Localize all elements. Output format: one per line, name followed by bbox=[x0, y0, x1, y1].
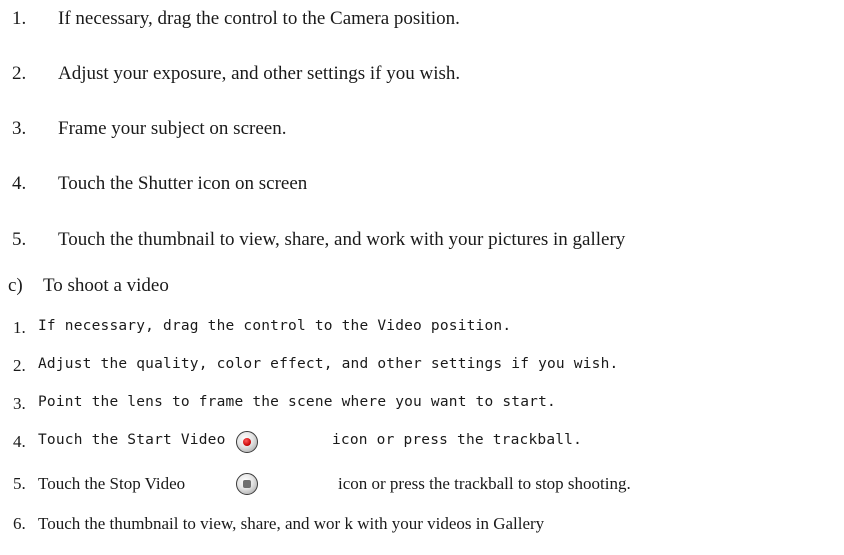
step-number: 2. bbox=[13, 356, 26, 375]
step-number: 6. bbox=[13, 514, 26, 533]
step-text: Adjust your exposure, and other settings… bbox=[58, 63, 461, 84]
step-text-before: Touch the Start Video bbox=[38, 432, 226, 448]
stop-icon bbox=[236, 473, 258, 495]
step-number: 4. bbox=[13, 432, 26, 451]
step-number: 4. bbox=[12, 173, 27, 194]
section-title: To shoot a video bbox=[43, 275, 169, 296]
step-number: 1. bbox=[13, 318, 26, 337]
step-number: 3. bbox=[12, 118, 27, 139]
step-text: Point the lens to frame the scene where … bbox=[38, 394, 556, 410]
section-marker: c) bbox=[8, 275, 23, 296]
step-text: Frame your subject on screen. bbox=[58, 118, 287, 139]
step-text: Adjust the quality, color effect, and ot… bbox=[38, 356, 619, 372]
step-number: 2. bbox=[12, 63, 27, 84]
step-text: Touch the thumbnail to view, share, and … bbox=[38, 514, 545, 533]
step-text: If necessary, drag the control to the Vi… bbox=[38, 318, 512, 334]
record-icon bbox=[236, 431, 258, 453]
step-number: 5. bbox=[13, 474, 26, 493]
step-text-after: icon or press the trackball. bbox=[332, 432, 583, 448]
step-text: If necessary, drag the control to the Ca… bbox=[58, 8, 460, 29]
step-text-after: icon or press the trackball to stop shoo… bbox=[338, 474, 631, 493]
step-text: Touch the Shutter icon on screen bbox=[58, 173, 308, 194]
step-text: Touch the thumbnail to view, share, and … bbox=[58, 229, 626, 250]
step-number: 3. bbox=[13, 394, 26, 413]
step-number: 1. bbox=[12, 8, 27, 29]
step-text-before: Touch the Stop Video bbox=[38, 474, 186, 493]
step-number: 5. bbox=[12, 229, 27, 250]
